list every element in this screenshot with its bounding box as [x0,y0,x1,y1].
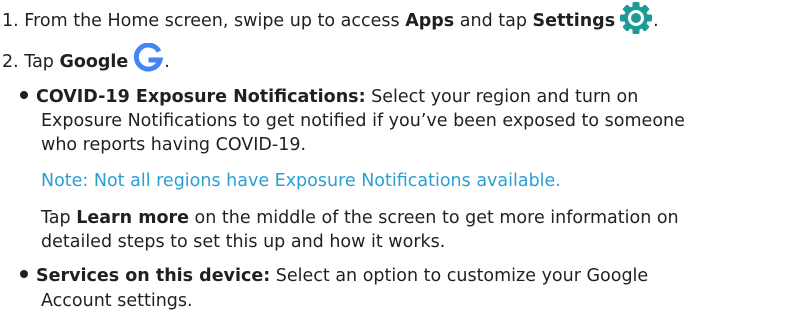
learn-more-line-1: Tap Learn more on the middle of the scre… [41,207,679,229]
bullet-services-line-2: Account settings. [41,291,193,311]
step-2-text: Tap [24,52,60,72]
bullet-covid: COVID-19 Exposure Notifications: Select … [20,86,638,108]
bullet-covid-line-3: who reports having COVID-19. [41,135,307,155]
learn-more-before: Tap [41,208,77,228]
learn-more-after: on the middle of the screen to get more … [188,208,679,228]
note-text: Note: Not all regions have Exposure Noti… [41,171,561,191]
step-2-end: . [164,52,170,72]
settings-gear-icon [619,1,653,35]
bullet-covid-line-2: Exposure Notifications to get notified i… [41,111,685,131]
step-2-number: 2. [2,52,19,72]
step-1-number: 1. [2,11,19,31]
bullet-services: Services on this device: Select an optio… [20,265,648,287]
bullet-covid-title: COVID-19 Exposure Notifications: [36,87,366,107]
step-1: 1. From the Home screen, swipe up to acc… [2,1,659,38]
step-1-text-middle: and tap [454,11,533,31]
learn-more-line-2: detailed steps to set this up and how it… [41,232,446,252]
settings-label: Settings [532,11,616,31]
apps-label: Apps [405,11,455,31]
google-label: Google [59,52,129,72]
bullet-dot [20,270,28,278]
bullet-covid-text: Select your region and turn on [365,87,639,107]
step-2: 2. Tap Google . [2,42,170,78]
google-g-icon [132,42,164,75]
bullet-services-text: Select an option to customize your Googl… [270,266,649,286]
bullet-services-title: Services on this device: [36,266,271,286]
step-1-end: . [653,11,659,31]
learn-more-label: Learn more [76,208,189,228]
step-1-text: From the Home screen, swipe up to access [24,11,406,31]
bullet-dot [20,91,28,99]
